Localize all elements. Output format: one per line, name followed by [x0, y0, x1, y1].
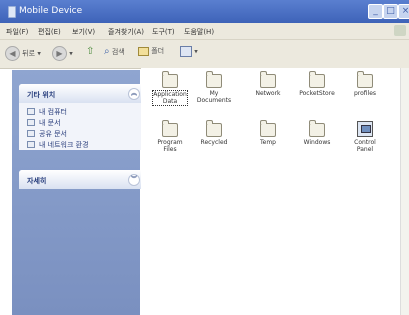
folder-icon	[309, 120, 325, 137]
folders-icon	[138, 46, 149, 56]
folder-pocketstore[interactable]: PocketStore	[292, 71, 342, 97]
minimize-button[interactable]: _	[368, 4, 383, 19]
menu-edit[interactable]: 편집(E)	[38, 27, 61, 37]
folder-recycled[interactable]: Recycled	[189, 120, 239, 146]
menu-bar: 파일(F) 편집(E) 보기(V) 즐겨찾기(A) 도구(T) 도움말(H)	[0, 23, 409, 40]
file-name: Temp	[260, 139, 276, 146]
forward-arrow-icon: ▶	[52, 46, 67, 61]
search-button[interactable]: ⌕ 검색	[104, 46, 125, 57]
menu-view[interactable]: 보기(V)	[72, 27, 95, 37]
file-name: Control Panel	[354, 139, 376, 153]
folder-icon	[206, 71, 222, 88]
my-documents-icon	[27, 119, 35, 126]
file-name: Windows	[303, 139, 331, 146]
file-name: PocketStore	[299, 90, 335, 97]
file-name: Network	[255, 90, 281, 97]
place-my-computer-label: 내 컴퓨터	[39, 108, 67, 116]
title-bar: Mobile Device _ □ ×	[0, 0, 409, 23]
folder-icon	[309, 71, 325, 88]
back-dropdown-icon: ▾	[37, 49, 41, 58]
details-panel: 자세히 ︾	[19, 170, 146, 189]
folder-windows[interactable]: Windows	[292, 120, 342, 146]
place-shared-documents-label: 공유 문서	[39, 130, 67, 138]
folder-program-files[interactable]: Program Files	[145, 120, 195, 153]
other-places-header[interactable]: 기타 위치 ︽	[19, 84, 146, 103]
place-my-documents[interactable]: 내 문서	[27, 118, 140, 129]
search-icon: ⌕	[104, 46, 110, 57]
control-panel-item[interactable]: Control Panel	[340, 121, 390, 153]
folder-temp[interactable]: Temp	[243, 120, 293, 146]
menu-file[interactable]: 파일(F)	[6, 27, 28, 37]
up-folder-icon: ⇧	[86, 46, 95, 57]
menu-help[interactable]: 도움말(H)	[184, 27, 214, 37]
collapse-chevron-icon[interactable]: ︽	[128, 88, 140, 100]
back-arrow-icon: ◀	[5, 46, 20, 61]
folder-network[interactable]: Network	[243, 71, 293, 97]
toolbar: ◀ 뒤로 ▾ ▶ ▾ ⇧ ⌕ 검색 폴더 ▾	[0, 40, 409, 69]
maximize-button[interactable]: □	[383, 4, 398, 19]
my-computer-icon	[27, 108, 35, 115]
place-my-computer[interactable]: 내 컴퓨터	[27, 107, 140, 118]
views-button[interactable]: ▾	[180, 46, 198, 57]
back-button[interactable]: ◀ 뒤로 ▾	[5, 46, 41, 61]
control-panel-icon	[357, 121, 373, 137]
folders-button[interactable]: 폴더	[138, 46, 164, 56]
details-title: 자세히	[27, 177, 47, 185]
shared-documents-icon	[27, 130, 35, 137]
network-places-icon	[27, 141, 35, 148]
views-icon	[180, 46, 192, 57]
folder-icon	[206, 120, 222, 137]
folder-icon	[260, 71, 276, 88]
menu-favorites[interactable]: 즐겨찾기(A)	[108, 27, 144, 37]
file-name: profiles	[353, 90, 377, 97]
window-title: Mobile Device	[19, 6, 83, 16]
folders-label: 폴더	[151, 47, 165, 55]
vertical-scrollbar[interactable]	[400, 68, 409, 315]
menu-tools[interactable]: 도구(T)	[152, 27, 175, 37]
mobile-device-icon	[8, 6, 16, 18]
folder-profiles[interactable]: profiles	[340, 71, 390, 97]
task-pane: 기타 위치 ︽ 내 컴퓨터 내 문서 공유 문서 내 네트워크 환경 자세히 ︾	[12, 70, 146, 315]
file-name: Program Files	[157, 139, 183, 153]
expand-chevron-icon[interactable]: ︾	[128, 174, 140, 186]
close-button[interactable]: ×	[398, 4, 409, 19]
folder-icon	[162, 120, 178, 137]
folder-application-data[interactable]: Application Data	[145, 71, 195, 106]
place-shared-documents[interactable]: 공유 문서	[27, 129, 140, 140]
place-my-documents-label: 내 문서	[39, 119, 61, 127]
windows-logo-icon	[394, 25, 406, 36]
forward-dropdown-icon: ▾	[69, 49, 73, 58]
other-places-title: 기타 위치	[27, 91, 56, 99]
file-name: Application Data	[152, 90, 188, 106]
other-places-panel: 기타 위치 ︽ 내 컴퓨터 내 문서 공유 문서 내 네트워크 환경	[19, 84, 146, 150]
up-folder-button[interactable]: ⇧	[86, 46, 94, 57]
place-my-network-label: 내 네트워크 환경	[39, 141, 89, 149]
details-header[interactable]: 자세히 ︾	[19, 170, 146, 189]
folder-icon	[357, 71, 373, 88]
views-dropdown-icon: ▾	[194, 47, 198, 56]
file-view: Application Data My Documents Network Po…	[141, 68, 409, 315]
folder-my-documents[interactable]: My Documents	[189, 71, 239, 104]
file-name: My Documents	[196, 90, 232, 104]
forward-button[interactable]: ▶ ▾	[52, 46, 73, 61]
back-label: 뒤로	[22, 49, 36, 58]
place-my-network[interactable]: 내 네트워크 환경	[27, 140, 140, 151]
folder-icon	[162, 71, 178, 88]
search-label: 검색	[111, 48, 125, 56]
file-name: Recycled	[200, 139, 228, 146]
folder-icon	[260, 120, 276, 137]
